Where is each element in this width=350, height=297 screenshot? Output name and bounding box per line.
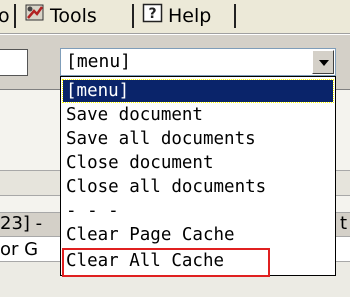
row-text: or G: [0, 239, 39, 260]
menu-item-previous[interactable]: o: [0, 2, 10, 30]
dropdown-option-save-document[interactable]: Save document: [63, 104, 203, 126]
menu-item-tools[interactable]: Tools: [24, 2, 97, 30]
chevron-down-icon[interactable]: [312, 50, 334, 74]
row-text: t: [340, 213, 348, 234]
dropdown-option-save-all-documents[interactable]: Save all documents: [63, 128, 256, 150]
help-icon: ?: [142, 3, 164, 31]
dropdown-option-close-document[interactable]: Close document: [63, 152, 214, 174]
menubar: o Tools ? Help: [0, 0, 350, 34]
annotation-highlight: [62, 248, 270, 277]
dropdown-option-close-all-documents[interactable]: Close all documents: [63, 176, 266, 198]
menu-select[interactable]: [menu]: [60, 48, 336, 76]
row-text: 23] -: [0, 213, 43, 234]
menu-item-help[interactable]: ? Help: [142, 2, 211, 30]
dropdown-option-clear-page-cache[interactable]: Clear Page Cache: [63, 224, 235, 246]
menu-separator: [14, 4, 16, 28]
dropdown-option-menu[interactable]: [menu]: [62, 79, 334, 103]
text-field-partial[interactable]: [0, 49, 28, 76]
svg-text:?: ?: [148, 6, 156, 22]
tools-icon: [24, 3, 46, 31]
menu-help-label: Help: [168, 5, 212, 27]
menu-separator: [234, 4, 236, 28]
dropdown-option-separator[interactable]: - - -: [63, 200, 119, 222]
menu-select-value: [menu]: [66, 51, 132, 72]
menu-tools-label: Tools: [50, 5, 97, 27]
menu-separator: [132, 4, 134, 28]
menu-dropdown-list: [menu] Save document Save all documents …: [60, 76, 336, 276]
